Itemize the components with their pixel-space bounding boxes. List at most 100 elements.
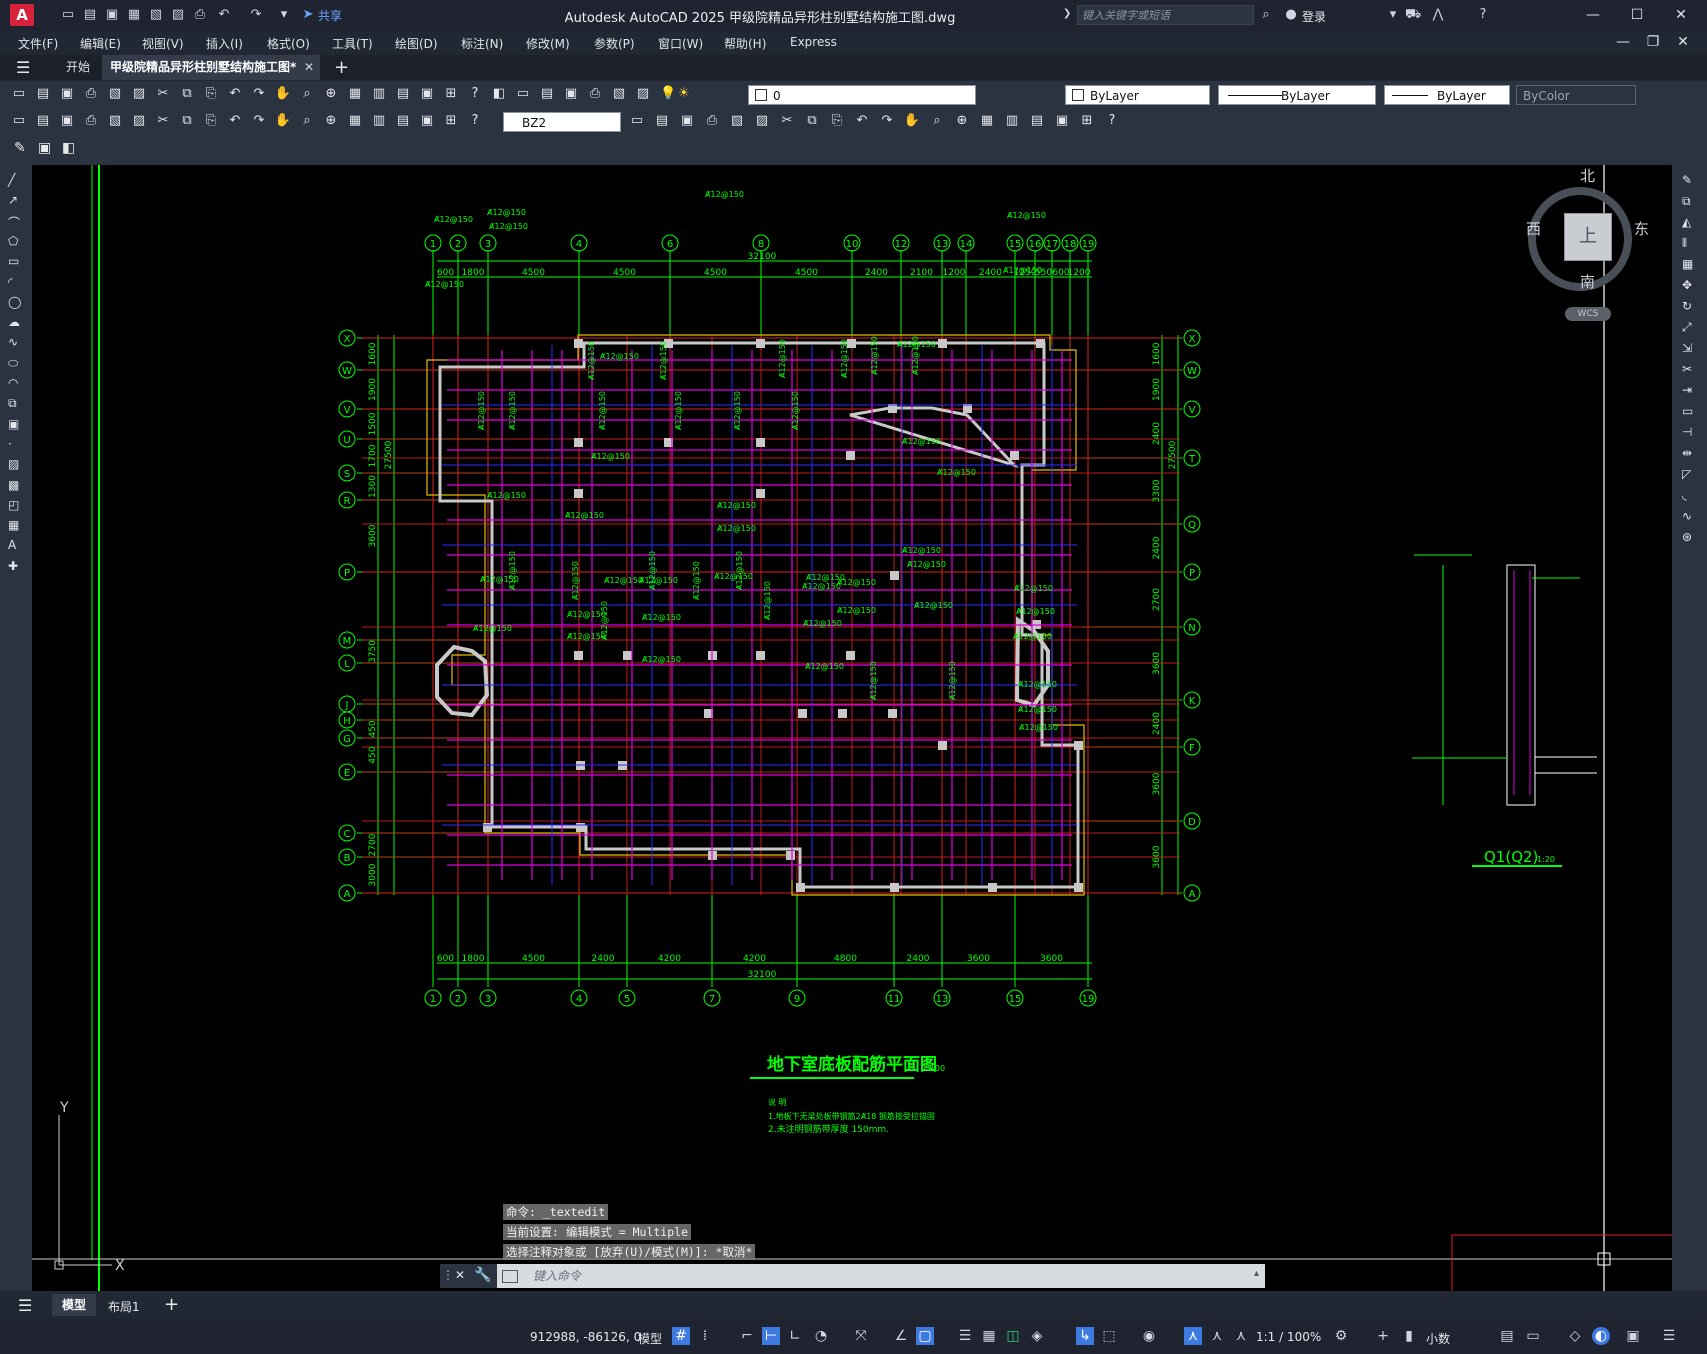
- join-icon[interactable]: ⇹: [1682, 446, 1692, 460]
- trim-icon[interactable]: ↶: [853, 112, 871, 130]
- menu-insert[interactable]: 插入(I): [206, 35, 243, 52]
- layer-select[interactable]: 0: [748, 85, 976, 105]
- command-grip-icon[interactable]: ⋮: [442, 1268, 454, 1282]
- rotate-icon[interactable]: ↻: [1682, 299, 1692, 313]
- redo-icon[interactable]: ⌕: [298, 85, 316, 103]
- rectangle-icon[interactable]: ▭: [8, 254, 19, 268]
- arc-icon[interactable]: ◜: [8, 275, 13, 289]
- dim-break-icon[interactable]: ⌕: [298, 112, 316, 130]
- doc-restore-icon[interactable]: ❐: [1640, 33, 1666, 51]
- transparency-icon[interactable]: ▦: [980, 1327, 998, 1345]
- selection-filter-icon[interactable]: ⬚: [1100, 1327, 1118, 1345]
- point-icon[interactable]: ·: [8, 437, 12, 451]
- plotstyle-select[interactable]: ByColor: [1516, 85, 1636, 105]
- redo-icon[interactable]: ↷: [248, 7, 264, 23]
- dim-baseline-icon[interactable]: ↶: [226, 112, 244, 130]
- tab-layout1[interactable]: 布局1: [108, 1298, 140, 1315]
- help-icon[interactable]: ?: [1475, 7, 1491, 23]
- menu-format[interactable]: 格式(O): [267, 35, 310, 52]
- polyline-icon[interactable]: ⌒: [8, 214, 20, 231]
- grid-icon[interactable]: #: [672, 1327, 690, 1345]
- object-snap-tracking-icon[interactable]: ∠: [892, 1327, 910, 1345]
- plot-icon[interactable]: ⎙: [192, 7, 208, 23]
- erase-icon[interactable]: ✎: [1682, 173, 1692, 187]
- markup-icon[interactable]: ▭: [514, 85, 532, 103]
- customization-icon[interactable]: ☰: [1660, 1327, 1678, 1345]
- new-tab-icon[interactable]: +: [334, 57, 349, 78]
- join-icon[interactable]: ⌕: [928, 112, 946, 130]
- minimize-icon[interactable]: —: [1580, 6, 1606, 24]
- array-icon[interactable]: ▧: [728, 112, 746, 130]
- tab-model[interactable]: 模型: [52, 1294, 96, 1316]
- calculator-icon[interactable]: ▤: [538, 85, 556, 103]
- layer-properties-icon[interactable]: ⎙: [586, 85, 604, 103]
- menu-window[interactable]: 窗口(W): [658, 35, 703, 52]
- extend-icon[interactable]: ⇥: [1682, 383, 1692, 397]
- preview-icon[interactable]: ▧: [106, 85, 124, 103]
- customize-dropdown-icon[interactable]: ▾: [276, 7, 292, 23]
- dim-space-icon[interactable]: ✋: [274, 112, 292, 130]
- isodraft-icon[interactable]: ⤧: [852, 1327, 870, 1345]
- scale-icon[interactable]: ⤢: [1682, 320, 1692, 335]
- move-icon[interactable]: ✥: [1682, 278, 1692, 292]
- scale-icon[interactable]: ⧉: [803, 112, 821, 130]
- offset-icon[interactable]: ⎙: [703, 112, 721, 130]
- dim-update-icon[interactable]: ?: [466, 112, 484, 130]
- tool-palettes-icon[interactable]: ?: [466, 85, 484, 103]
- dim-continue-icon[interactable]: ↷: [250, 112, 268, 130]
- revision-cloud-icon[interactable]: ☁: [8, 315, 20, 329]
- viewcube-east[interactable]: 东: [1634, 218, 1649, 239]
- dim-angular-icon[interactable]: ⧉: [178, 112, 196, 130]
- annotation-monitor-icon[interactable]: +: [1374, 1327, 1392, 1345]
- units-icon[interactable]: ▮: [1400, 1327, 1418, 1345]
- color-combo[interactable]: ByLayer: [1065, 85, 1210, 105]
- add-selected-icon[interactable]: ✚: [8, 559, 18, 573]
- chamfer-icon[interactable]: ◸: [1682, 467, 1691, 481]
- dim-radius-icon[interactable]: ▧: [106, 112, 124, 130]
- make-current-icon[interactable]: ▨: [634, 85, 652, 103]
- center-mark-icon[interactable]: ▦: [346, 112, 364, 130]
- sheet-set-icon[interactable]: ◧: [490, 85, 508, 103]
- new-icon[interactable]: ▭: [10, 85, 28, 103]
- login-dropdown-icon[interactable]: ▾: [1385, 7, 1401, 23]
- region-icon[interactable]: ◰: [8, 498, 19, 512]
- match-properties-icon[interactable]: ↶: [226, 85, 244, 103]
- annotation-scale-value[interactable]: 1:1 / 100%: [1256, 1330, 1321, 1344]
- object-snap-icon[interactable]: ▢: [916, 1327, 934, 1345]
- chamfer-icon[interactable]: ⊕: [953, 112, 971, 130]
- command-history-up-icon[interactable]: ▴: [1254, 1268, 1259, 1279]
- share-icon[interactable]: ➤: [300, 7, 316, 23]
- viewcube-south[interactable]: 南: [1580, 271, 1595, 292]
- undo-icon[interactable]: ↶: [216, 7, 232, 23]
- copy-object-icon[interactable]: ▤: [653, 112, 671, 130]
- gradient-icon[interactable]: ▩: [8, 478, 19, 492]
- hatch-icon[interactable]: ▨: [8, 457, 19, 471]
- ellipse-icon[interactable]: ⬭: [8, 356, 18, 371]
- save-icon[interactable]: ▣: [58, 85, 76, 103]
- command-customize-icon[interactable]: 🔧: [474, 1267, 491, 1283]
- zoom-window-icon[interactable]: ▥: [370, 85, 388, 103]
- dim-jogged-icon[interactable]: ▨: [130, 112, 148, 130]
- workspace-gear-icon[interactable]: ⚙: [1332, 1327, 1350, 1345]
- edit-spline-icon[interactable]: ▣: [1053, 112, 1071, 130]
- zoom-previous-icon[interactable]: ▤: [394, 85, 412, 103]
- menu-modify[interactable]: 修改(M): [526, 35, 570, 52]
- copy-icon[interactable]: ⧉: [1682, 194, 1691, 209]
- block-editor-icon[interactable]: ↷: [250, 85, 268, 103]
- design-center-icon[interactable]: ⊞: [442, 85, 460, 103]
- erase-icon[interactable]: ▭: [628, 112, 646, 130]
- construction-line-icon[interactable]: ↗: [8, 193, 18, 207]
- menu-parametric[interactable]: 参数(P): [594, 35, 635, 52]
- save-as-icon[interactable]: ▦: [126, 7, 142, 23]
- menu-dimension[interactable]: 标注(N): [461, 35, 503, 52]
- model-space-toggle[interactable]: 模型: [638, 1330, 662, 1347]
- blend-curves-icon[interactable]: ∿: [1682, 509, 1692, 523]
- doc-minimize-icon[interactable]: —: [1610, 33, 1636, 51]
- move-icon[interactable]: ▨: [753, 112, 771, 130]
- trim-icon[interactable]: ✂: [1682, 362, 1692, 376]
- menu-draw[interactable]: 绘图(D): [395, 35, 438, 52]
- autocad-logo-icon[interactable]: A: [10, 4, 34, 26]
- pan-icon[interactable]: ⊕: [322, 85, 340, 103]
- ellipse-arc-icon[interactable]: ◠: [8, 376, 18, 390]
- menu-file[interactable]: 文件(F): [18, 35, 58, 52]
